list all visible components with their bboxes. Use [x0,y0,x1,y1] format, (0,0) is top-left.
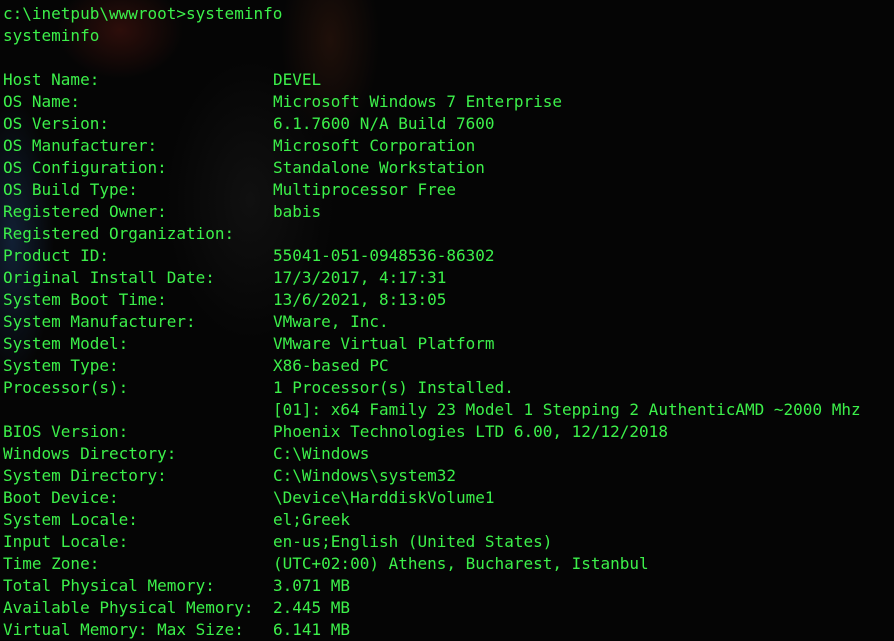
blank-line [3,47,861,69]
info-label: Virtual Memory: Max Size: [3,620,244,639]
info-value: [01]: x64 Family 23 Model 1 Stepping 2 A… [273,400,861,419]
info-label: System Directory: [3,466,167,485]
info-label: Host Name: [3,70,100,89]
info-label: OS Build Type: [3,180,138,199]
info-value: \Device\HarddiskVolume1 [273,488,495,507]
info-row: Registered Organization: [3,223,861,245]
info-value: VMware Virtual Platform [273,334,495,353]
info-row: Available Physical Memory: 2.445 MB [3,597,861,619]
command-prompt: c:\inetpub\wwwroot>systeminfo [3,4,283,23]
info-label: OS Name: [3,92,81,111]
info-row: System Locale: el;Greek [3,509,861,531]
info-row: BIOS Version: Phoenix Technologies LTD 6.… [3,421,861,443]
info-value: 3.071 MB [273,576,351,595]
info-value: X86-based PC [273,356,389,375]
info-row: [01]: x64 Family 23 Model 1 Stepping 2 A… [3,399,861,421]
info-row: Original Install Date: 17/3/2017, 4:17:31 [3,267,861,289]
info-row: Processor(s): 1 Processor(s) Installed. [3,377,861,399]
info-row: Host Name: DEVEL [3,69,861,91]
info-row: Input Locale: en-us;English (United State… [3,531,861,553]
info-row: System Model: VMware Virtual Platform [3,333,861,355]
info-value: Multiprocessor Free [273,180,457,199]
info-label: System Model: [3,334,129,353]
info-value: 13/6/2021, 8:13:05 [273,290,447,309]
info-value: Microsoft Windows 7 Enterprise [273,92,562,111]
info-label: Registered Organization: [3,224,235,243]
info-row: OS Version: 6.1.7600 N/A Build 7600 [3,113,861,135]
info-row: System Directory: C:\Windows\system32 [3,465,861,487]
info-label [3,399,273,421]
command-echo: systeminfo [3,26,100,45]
info-row: OS Build Type: Multiprocessor Free [3,179,861,201]
info-row: Boot Device: \Device\HarddiskVolume1 [3,487,861,509]
info-row: OS Name: Microsoft Windows 7 Enterprise [3,91,861,113]
info-row: Windows Directory: C:\Windows [3,443,861,465]
info-value: el;Greek [273,510,351,529]
info-label: BIOS Version: [3,422,129,441]
info-row: Time Zone: (UTC+02:00) Athens, Bucharest,… [3,553,861,575]
command-prompt-line: c:\inetpub\wwwroot>systeminfo [3,3,861,25]
info-value: 6.141 MB [273,620,351,639]
info-label: Processor(s): [3,378,129,397]
info-row: Registered Owner: babis [3,201,861,223]
info-label: OS Configuration: [3,158,167,177]
info-value: VMware, Inc. [273,312,389,331]
info-value: Standalone Workstation [273,158,485,177]
info-value: DEVEL [273,70,322,89]
info-label: Input Locale: [3,532,129,551]
info-value: en-us;English (United States) [273,532,553,551]
info-label: Original Install Date: [3,268,215,287]
info-row: System Boot Time: 13/6/2021, 8:13:05 [3,289,861,311]
info-row: System Type: X86-based PC [3,355,861,377]
info-value: C:\Windows [273,444,370,463]
command-echo-line: systeminfo [3,25,861,47]
terminal-output: c:\inetpub\wwwroot>systeminfo systeminfo… [3,3,861,641]
info-value: babis [273,202,322,221]
info-label: System Boot Time: [3,290,167,309]
info-value: 1 Processor(s) Installed. [273,378,514,397]
info-row: OS Configuration: Standalone Workstation [3,157,861,179]
info-value: C:\Windows\system32 [273,466,457,485]
info-label: System Locale: [3,510,138,529]
info-label: Total Physical Memory: [3,576,215,595]
info-value: 17/3/2017, 4:17:31 [273,268,447,287]
info-label: System Manufacturer: [3,312,196,331]
info-value: Microsoft Corporation [273,136,476,155]
info-value: (UTC+02:00) Athens, Bucharest, Istanbul [273,554,649,573]
info-label: OS Version: [3,114,109,133]
info-label: System Type: [3,356,119,375]
info-value: Phoenix Technologies LTD 6.00, 12/12/201… [273,422,668,441]
info-label: Windows Directory: [3,444,177,463]
info-row: System Manufacturer: VMware, Inc. [3,311,861,333]
info-label: Time Zone: [3,554,100,573]
info-label: OS Manufacturer: [3,136,158,155]
info-value: 6.1.7600 N/A Build 7600 [273,114,495,133]
info-value: 2.445 MB [273,598,351,617]
info-value: 55041-051-0948536-86302 [273,246,495,265]
terminal-window[interactable]: c:\inetpub\wwwroot>systeminfo systeminfo… [0,0,894,641]
info-row: Virtual Memory: Max Size: 6.141 MB [3,619,861,641]
info-row: Total Physical Memory: 3.071 MB [3,575,861,597]
info-label: Product ID: [3,246,109,265]
info-row: OS Manufacturer: Microsoft Corporation [3,135,861,157]
info-label: Boot Device: [3,488,119,507]
info-label: Registered Owner: [3,202,167,221]
info-row: Product ID: 55041-051-0948536-86302 [3,245,861,267]
info-label: Available Physical Memory: [3,598,254,617]
